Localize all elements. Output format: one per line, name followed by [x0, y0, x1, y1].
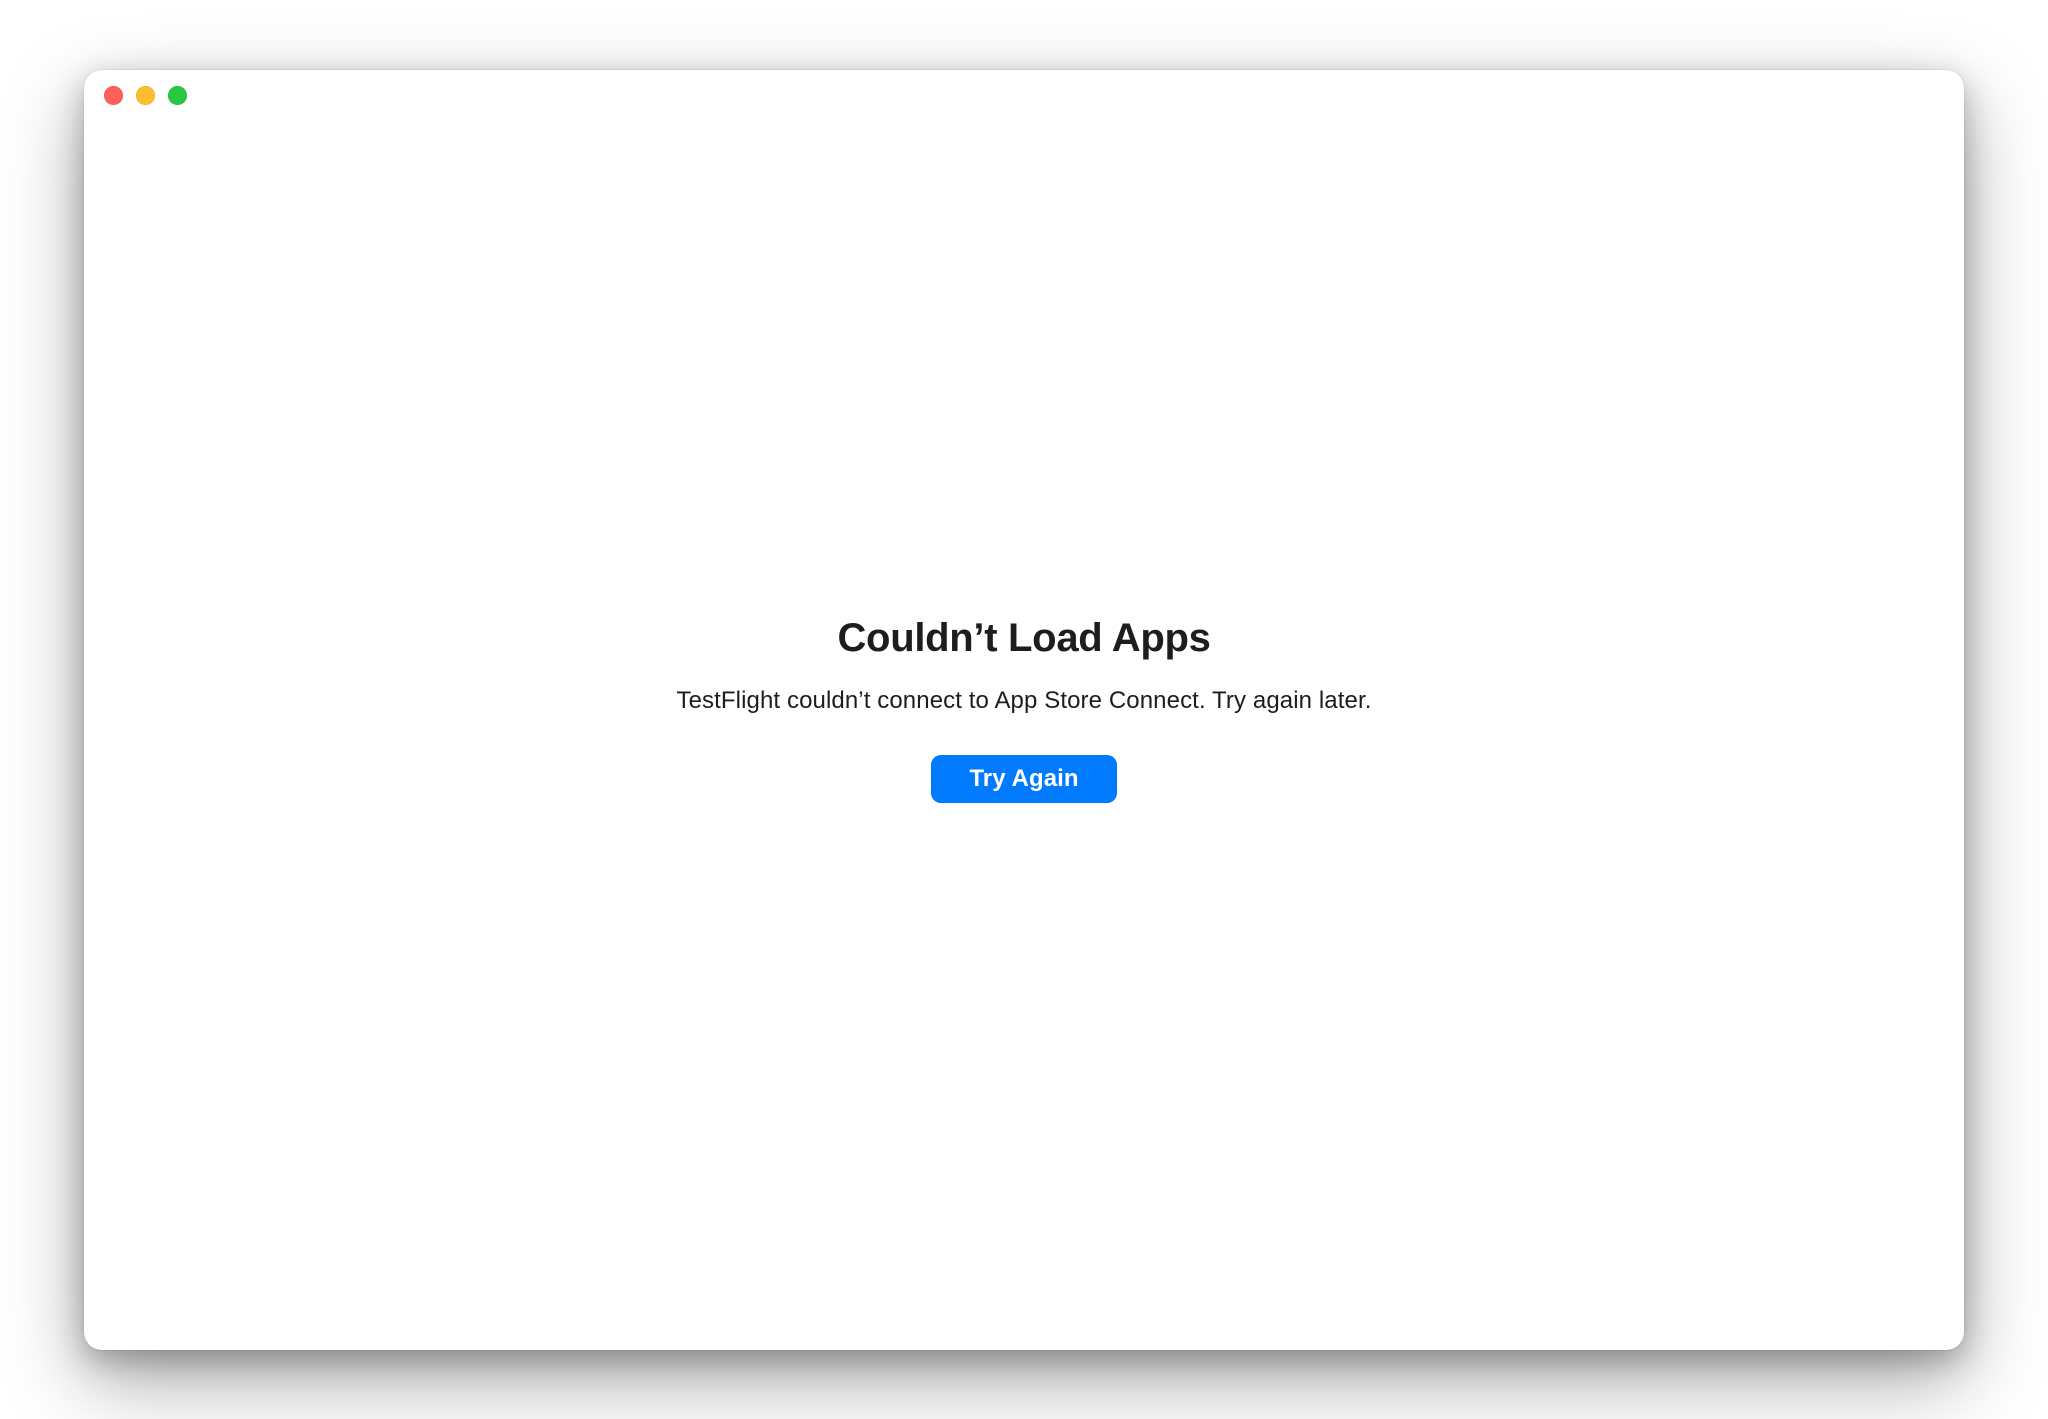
- try-again-button[interactable]: Try Again: [931, 755, 1116, 803]
- error-title: Couldn’t Load Apps: [837, 616, 1210, 661]
- error-message: TestFlight couldn’t connect to App Store…: [677, 687, 1372, 715]
- content-area: Couldn’t Load Apps TestFlight couldn’t c…: [84, 122, 1964, 1350]
- maximize-window-button[interactable]: [168, 86, 187, 105]
- close-window-button[interactable]: [104, 86, 123, 105]
- titlebar: [84, 70, 1964, 122]
- app-window: Couldn’t Load Apps TestFlight couldn’t c…: [84, 70, 1964, 1350]
- minimize-window-button[interactable]: [136, 86, 155, 105]
